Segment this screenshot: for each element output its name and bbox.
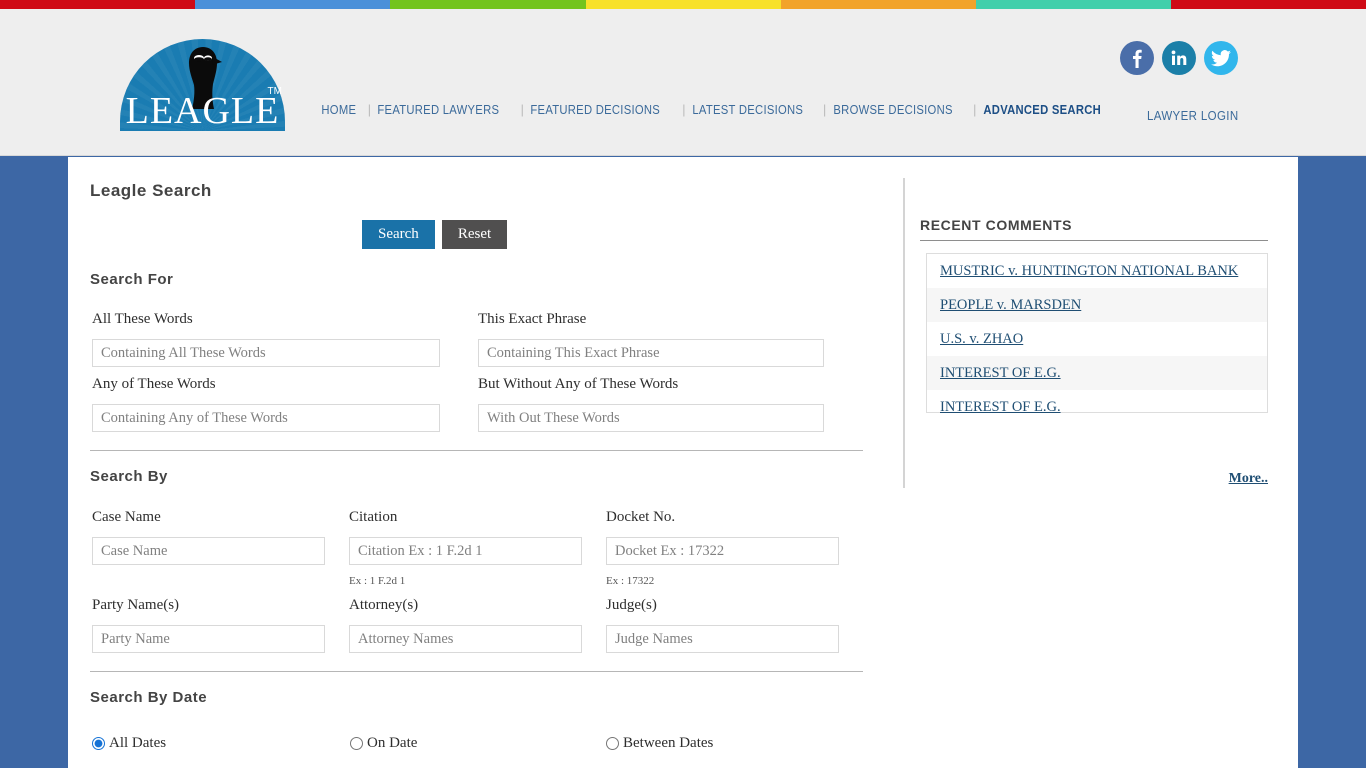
- label-case-name: Case Name: [92, 509, 161, 525]
- radio-option-between-dates[interactable]: Between Dates: [606, 735, 713, 752]
- hint-citation: Ex : 1 F.2d 1: [349, 575, 406, 587]
- linkedin-icon[interactable]: [1162, 41, 1196, 75]
- top-color-bar: [0, 0, 1366, 9]
- recent-comment-link[interactable]: U.S. v. ZHAO: [940, 331, 1023, 347]
- main-navigation: HOME | FEATURED LAWYERS | FEATURED DECIS…: [316, 103, 1120, 117]
- nav-item-browse-decisions[interactable]: BROWSE DECISIONS: [828, 103, 958, 117]
- label-judges: Judge(s): [606, 597, 657, 613]
- section-divider-1: [90, 450, 863, 451]
- input-this-exact-phrase[interactable]: [478, 339, 824, 367]
- radio-label-between-dates: Between Dates: [623, 735, 714, 751]
- label-this-exact-phrase: This Exact Phrase: [478, 311, 587, 327]
- site-header: LEAGLE TM HOME | FEATURED LAWYERS | FEAT…: [0, 9, 1366, 156]
- recent-comments-box: MUSTRIC v. HUNTINGTON NATIONAL BANK PEOP…: [926, 253, 1268, 415]
- recent-comment-link[interactable]: PEOPLE v. MARSDEN: [940, 297, 1081, 313]
- list-item[interactable]: INTEREST OF E.G.: [927, 356, 1267, 390]
- logo-trademark: TM: [267, 86, 282, 97]
- list-item[interactable]: MUSTRIC v. HUNTINGTON NATIONAL BANK: [927, 254, 1267, 288]
- list-item[interactable]: U.S. v. ZHAO: [927, 322, 1267, 356]
- color-segment-1: [0, 0, 195, 9]
- color-segment-4: [586, 0, 781, 9]
- nav-separator: |: [973, 103, 977, 117]
- form-action-buttons: Search Reset: [362, 220, 508, 249]
- twitter-icon[interactable]: [1204, 41, 1238, 75]
- recent-comments-list: MUSTRIC v. HUNTINGTON NATIONAL BANK PEOP…: [927, 254, 1267, 424]
- logo-text: LEAGLE: [125, 90, 280, 132]
- input-judges[interactable]: [606, 625, 839, 653]
- more-link[interactable]: More..: [1229, 471, 1268, 486]
- input-all-these-words[interactable]: [92, 339, 440, 367]
- nav-item-latest-decisions[interactable]: LATEST DECISIONS: [687, 103, 809, 117]
- radio-all-dates[interactable]: [92, 737, 105, 750]
- nav-separator: |: [682, 103, 686, 117]
- nav-item-featured-decisions[interactable]: FEATURED DECISIONS: [525, 103, 665, 117]
- content-area: Leagle Search Search Reset Search For Al…: [68, 157, 1298, 768]
- radio-label-all-dates: All Dates: [109, 735, 167, 751]
- input-but-without-any-of-these-words[interactable]: [478, 404, 824, 432]
- column-divider: [903, 178, 905, 488]
- recent-comments-underline: [920, 240, 1268, 241]
- social-links: [1120, 41, 1238, 75]
- radio-option-on-date[interactable]: On Date: [350, 735, 417, 752]
- label-citation: Citation: [349, 509, 398, 525]
- site-logo[interactable]: LEAGLE TM: [120, 39, 285, 131]
- nav-item-home[interactable]: HOME: [316, 103, 362, 117]
- nav-separator: |: [822, 103, 827, 117]
- label-party-names: Party Name(s): [92, 597, 180, 613]
- label-but-without-any-of-these-words: But Without Any of These Words: [478, 376, 679, 392]
- nav-item-advanced-search[interactable]: ADVANCED SEARCH: [978, 103, 1106, 117]
- search-button[interactable]: Search: [362, 220, 435, 249]
- color-segment-7: [1171, 0, 1366, 9]
- list-item[interactable]: PEOPLE v. MARSDEN: [927, 288, 1267, 322]
- section-heading-search-for: Search For: [90, 271, 174, 288]
- label-attorneys: Attorney(s): [349, 597, 419, 613]
- page-title: Leagle Search: [90, 181, 212, 200]
- input-party-names[interactable]: [92, 625, 325, 653]
- nav-item-featured-lawyers[interactable]: FEATURED LAWYERS: [372, 103, 505, 117]
- hint-docket-no: Ex : 17322: [606, 575, 655, 587]
- recent-comments-more: More..: [1158, 469, 1268, 487]
- recent-comment-link[interactable]: MUSTRIC v. HUNTINGTON NATIONAL BANK: [940, 263, 1238, 279]
- input-citation[interactable]: [349, 537, 582, 565]
- radio-on-date[interactable]: [350, 737, 363, 750]
- input-case-name[interactable]: [92, 537, 325, 565]
- recent-comment-link[interactable]: INTEREST OF E.G.: [940, 365, 1061, 381]
- recent-comments-title: RECENT COMMENTS: [920, 217, 1073, 233]
- section-heading-search-by-date: Search By Date: [90, 689, 208, 706]
- color-segment-6: [976, 0, 1171, 9]
- list-item[interactable]: INTEREST OF E.G.: [927, 390, 1267, 424]
- color-segment-3: [390, 0, 586, 9]
- label-docket-no: Docket No.: [606, 509, 676, 525]
- radio-label-on-date: On Date: [367, 735, 418, 751]
- radio-option-all-dates[interactable]: All Dates: [92, 735, 166, 752]
- input-docket-no[interactable]: [606, 537, 839, 565]
- section-heading-search-by: Search By: [90, 468, 168, 485]
- color-segment-5: [781, 0, 976, 9]
- input-any-of-these-words[interactable]: [92, 404, 440, 432]
- color-segment-2: [195, 0, 390, 9]
- section-divider-2: [90, 671, 863, 672]
- radio-between-dates[interactable]: [606, 737, 619, 750]
- label-all-these-words: All These Words: [92, 311, 193, 327]
- facebook-icon[interactable]: [1120, 41, 1154, 75]
- input-attorneys[interactable]: [349, 625, 582, 653]
- label-any-of-these-words: Any of These Words: [92, 376, 216, 392]
- reset-button[interactable]: Reset: [441, 220, 508, 249]
- lawyer-login-link[interactable]: LAWYER LOGIN: [1146, 109, 1238, 123]
- recent-comment-link[interactable]: INTEREST OF E.G.: [940, 399, 1061, 415]
